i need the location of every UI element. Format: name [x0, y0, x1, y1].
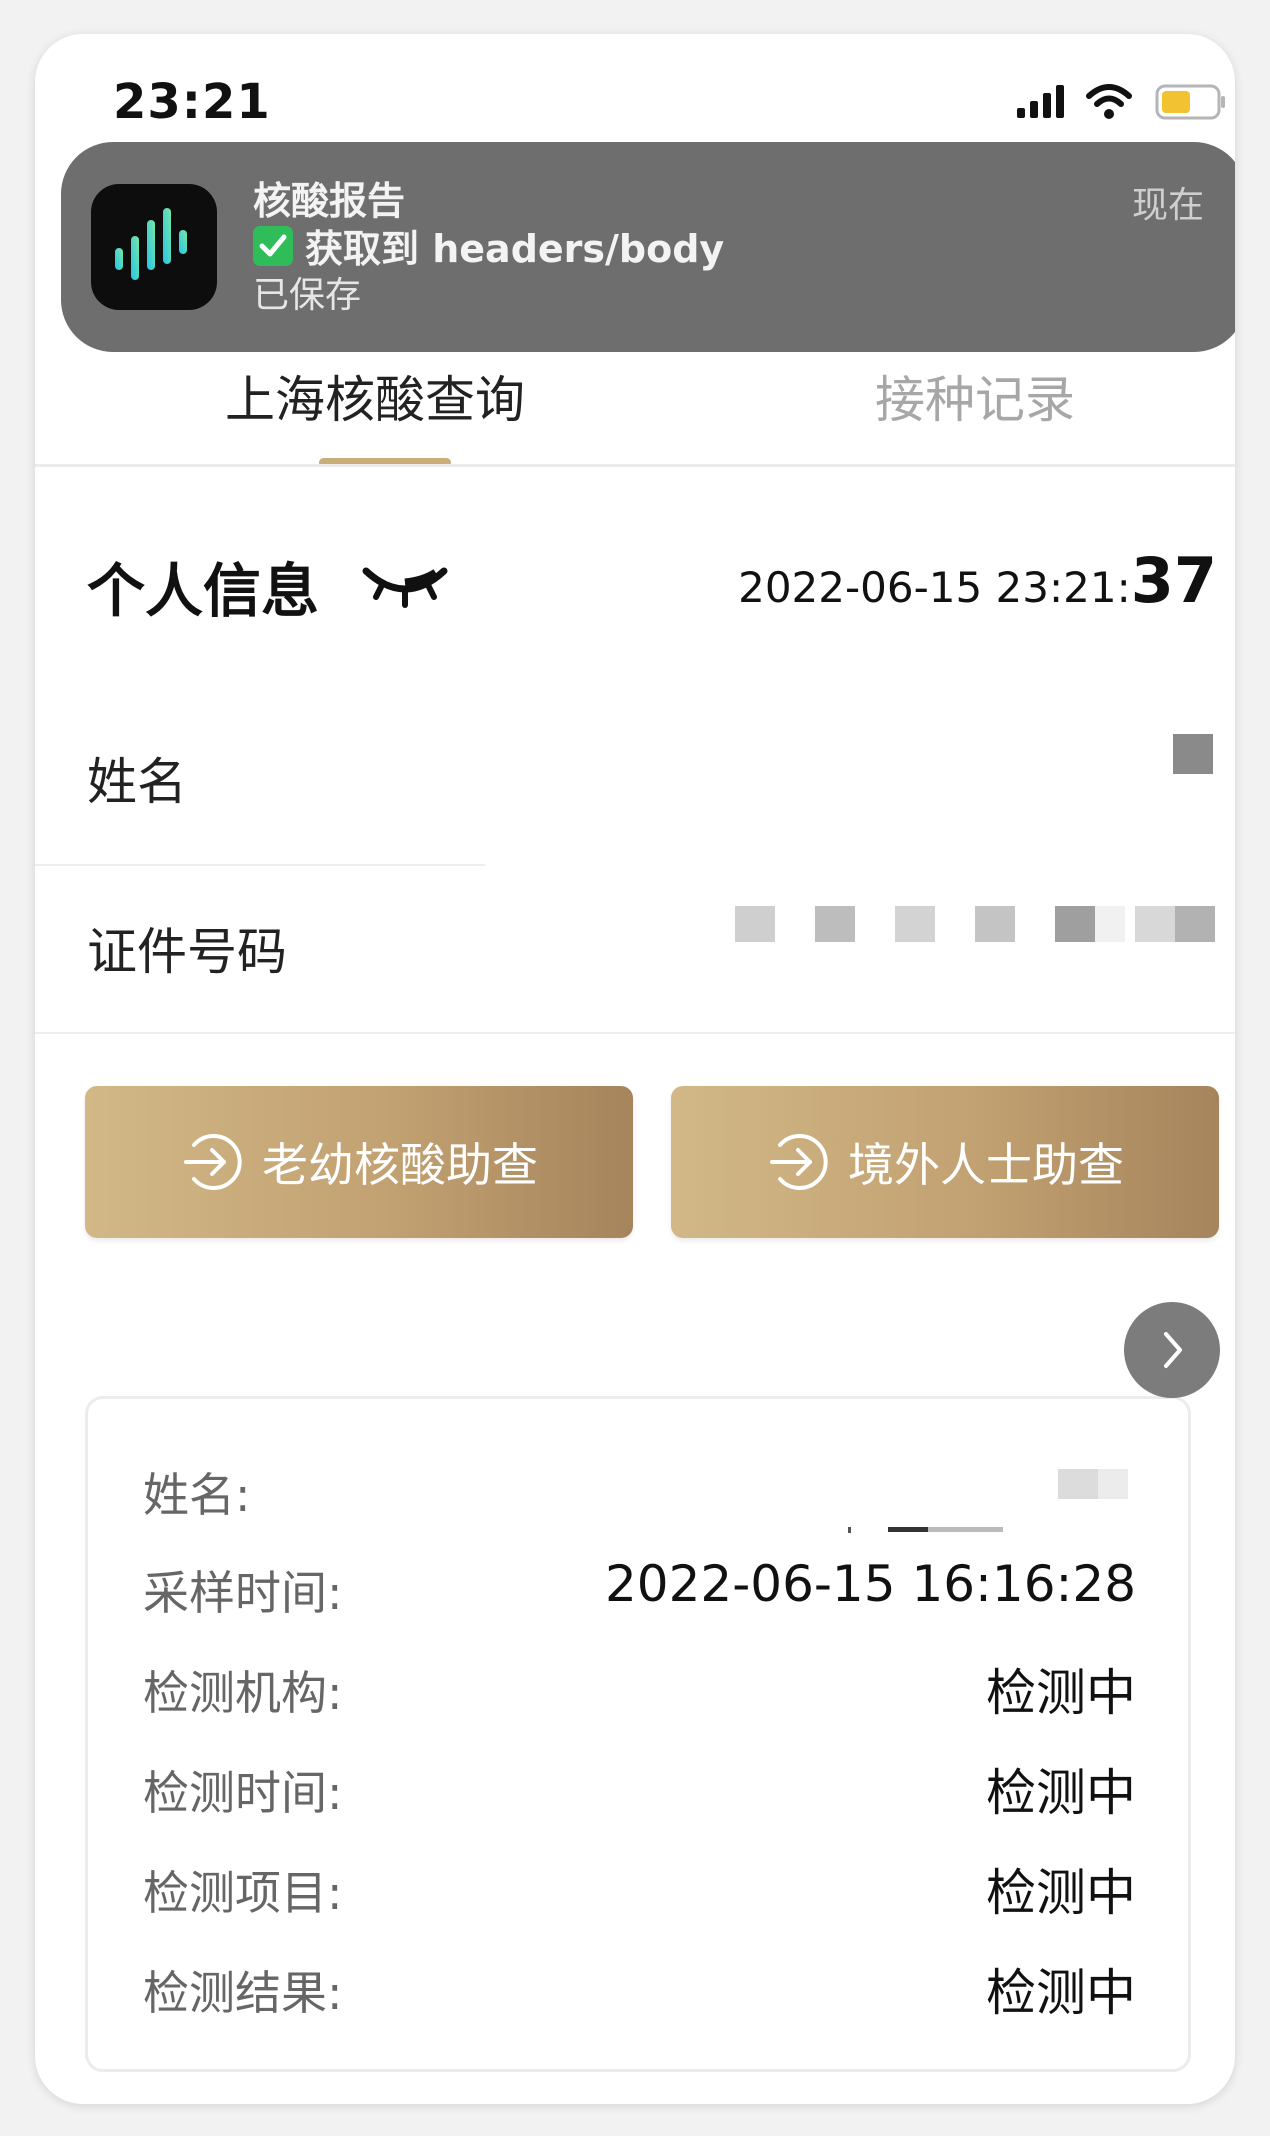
status-icons	[1017, 84, 1225, 120]
test-record-card: 姓名: 采样时间: 2022-06-15 16:16:28 检测机构: 检测中 …	[85, 1396, 1191, 2072]
test-result-value: 检测中	[986, 1964, 1136, 2022]
row-divider	[35, 864, 485, 866]
overseas-person-lookup-button[interactable]: 境外人士助查	[671, 1086, 1219, 1238]
notification-message-text: 获取到 headers/body	[305, 227, 725, 271]
section-divider	[35, 1032, 1235, 1034]
eye-closed-icon[interactable]	[360, 559, 450, 609]
id-number-label: 证件号码	[87, 923, 287, 981]
test-item-value: 检测中	[986, 1864, 1136, 1922]
battery-icon	[1155, 84, 1225, 120]
timestamp-seconds: 37	[1130, 544, 1217, 617]
tab-shanghai-test-query[interactable]: 上海核酸查询	[225, 360, 525, 432]
tab-divider	[35, 464, 1235, 467]
record-name-label: 姓名:	[143, 1468, 251, 1522]
notification-app-name: 核酸报告	[253, 179, 406, 223]
test-result-label: 检测结果:	[143, 1966, 343, 2020]
name-label: 姓名	[87, 753, 187, 811]
phone-screen: 23:21 核酸报告 获取到 headers/body 已保存 现在 上海核酸查…	[35, 34, 1235, 2104]
personal-info-title: 个人信息	[87, 557, 320, 625]
status-time: 23:21	[113, 74, 271, 130]
test-time-label: 检测时间:	[143, 1766, 343, 1820]
wifi-icon	[1086, 84, 1132, 119]
waveform-app-icon	[91, 184, 217, 310]
notification-banner[interactable]: 核酸报告 获取到 headers/body 已保存 现在	[61, 142, 1235, 352]
sampling-time-label: 采样时间:	[143, 1566, 343, 1620]
check-emoji-icon	[253, 225, 293, 266]
notification-subtext: 已保存	[253, 275, 362, 316]
signal-icon	[1017, 85, 1064, 118]
institution-value: 检测中	[986, 1664, 1136, 1722]
current-timestamp: 2022-06-15 23:21:37	[738, 544, 1217, 617]
next-record-button[interactable]	[1124, 1302, 1220, 1398]
notification-message: 获取到 headers/body	[253, 218, 724, 273]
arrow-enter-icon	[770, 1134, 828, 1190]
test-time-value: 检测中	[986, 1764, 1136, 1822]
institution-label: 检测机构:	[143, 1666, 343, 1720]
tab-vaccination-record[interactable]: 接种记录	[875, 360, 1075, 432]
chevron-right-icon	[1164, 1332, 1182, 1368]
arrow-enter-icon	[184, 1134, 242, 1190]
elderly-child-button-label: 老幼核酸助查	[262, 1138, 538, 1192]
timestamp-main: 2022-06-15 23:21:	[738, 563, 1131, 612]
sampling-time-value: 2022-06-15 16:16:28	[604, 1555, 1136, 1613]
test-item-label: 检测项目:	[143, 1866, 343, 1920]
elderly-child-test-lookup-button[interactable]: 老幼核酸助查	[85, 1086, 633, 1238]
notification-time: 现在	[1131, 185, 1204, 226]
overseas-button-label: 境外人士助查	[848, 1138, 1124, 1192]
